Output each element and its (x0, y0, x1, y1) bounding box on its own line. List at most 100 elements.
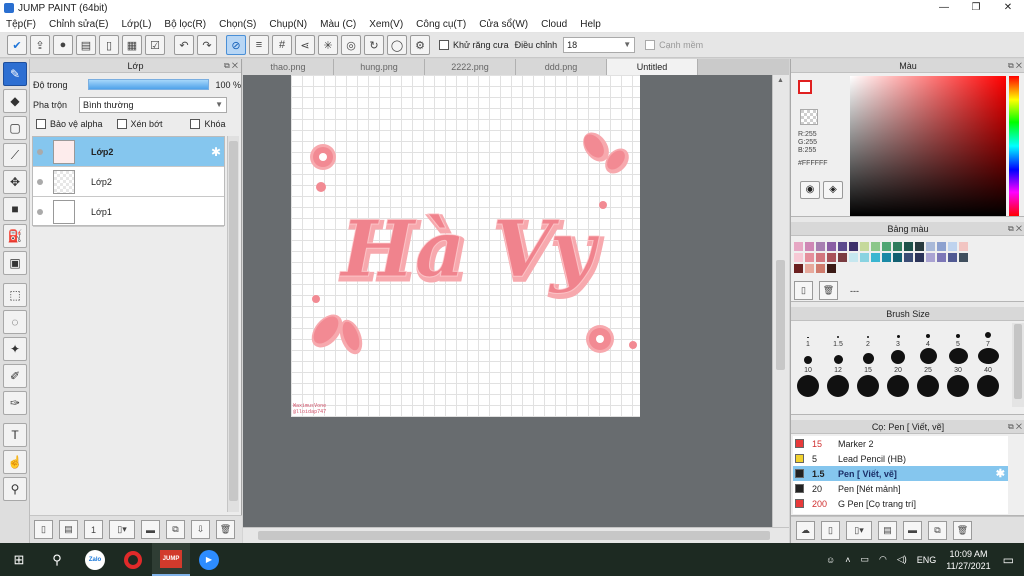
gear-icon[interactable]: ✱ (996, 467, 1005, 480)
add-layer-menu-icon[interactable]: ▯▾ (109, 520, 135, 539)
menu-edit[interactable]: Chỉnh sửa(E) (49, 19, 109, 30)
magic-wand-icon[interactable]: ✦ (3, 337, 27, 361)
layer-row[interactable]: Lớp1 (33, 197, 224, 227)
brush-item[interactable]: 20 Pen [Nét mảnh] (793, 481, 1008, 496)
brush-size-option[interactable] (943, 374, 973, 400)
palette-swatch[interactable] (893, 242, 902, 251)
transparent-color-swatch[interactable] (800, 109, 818, 125)
palette-swatch[interactable] (959, 253, 968, 262)
menu-cloud[interactable]: Cloud (541, 19, 567, 30)
menu-file[interactable]: Tệp(F) (6, 19, 36, 30)
brush-size-option[interactable] (853, 374, 883, 400)
bucket-tool-icon[interactable]: ⛽ (3, 224, 27, 248)
windows-start-icon[interactable]: ⊞ (0, 543, 38, 576)
palette-swatch[interactable] (838, 242, 847, 251)
protect-alpha-checkbox[interactable] (36, 119, 46, 129)
palette-swatch[interactable] (926, 242, 935, 251)
folder-icon[interactable]: ▬ (141, 520, 160, 539)
hue-slider[interactable] (1009, 76, 1019, 216)
new-layer-icon[interactable]: ▯ (34, 520, 53, 539)
canvas-vertical-scrollbar[interactable]: ▲ (772, 75, 789, 527)
brush-item[interactable]: 15 Marker 2 (793, 436, 1008, 451)
lasso-select-icon[interactable]: ◌ (3, 310, 27, 334)
lock-checkbox[interactable] (190, 119, 201, 129)
menu-select[interactable]: Chọn(S) (219, 19, 256, 30)
brush-size-option[interactable] (883, 374, 913, 400)
search-icon[interactable]: ⚲ (38, 543, 76, 576)
ruler-settings-icon[interactable]: ⚙ (410, 35, 430, 55)
foreground-color-swatch[interactable] (798, 80, 812, 94)
add-brush-menu-icon[interactable]: ▯▾ (846, 520, 872, 540)
scroll-thumb[interactable] (229, 141, 238, 501)
menu-window[interactable]: Cửa sổ(W) (479, 19, 528, 30)
antialias-checkbox[interactable] (439, 40, 449, 50)
clipping-checkbox[interactable] (116, 119, 127, 129)
palette-swatch[interactable] (871, 253, 880, 262)
cloud-download-icon[interactable]: ☁ (796, 520, 815, 540)
palette-swatch[interactable] (794, 242, 803, 251)
palette-swatch[interactable] (816, 264, 825, 273)
scroll-thumb[interactable] (1014, 324, 1022, 399)
perspective-icon[interactable]: ⋖ (295, 35, 315, 55)
palette-swatch[interactable] (904, 242, 913, 251)
move-tool-icon[interactable]: ✥ (3, 170, 27, 194)
palette-swatch[interactable] (816, 242, 825, 251)
brush-size-option[interactable]: 1.5 (823, 322, 853, 348)
network-icon[interactable]: ▭ (860, 554, 869, 565)
radial-ruler-icon[interactable]: ✳ (318, 35, 338, 55)
brush-settings-icon[interactable]: ▤ (878, 520, 897, 540)
brush-item[interactable]: 5 Lead Pencil (HB) (793, 451, 1008, 466)
merge-layer-icon[interactable]: ⇩ (191, 520, 210, 539)
brush-size-scrollbar[interactable] (1012, 323, 1024, 407)
brush-size-option[interactable] (973, 374, 1003, 400)
pen-tool-icon[interactable]: ✎ (3, 62, 27, 86)
palette-swatch[interactable] (805, 253, 814, 262)
scroll-thumb[interactable] (776, 260, 785, 370)
chevron-up-icon[interactable]: ˄ (845, 555, 850, 565)
close-button[interactable]: ✕ (992, 0, 1024, 16)
brush-item[interactable]: 1.5 Pen [ Viết, vẽ] ✱ (793, 466, 1008, 481)
gear-icon[interactable]: ✱ (211, 145, 221, 159)
palette-swatch[interactable] (915, 253, 924, 262)
palette-swatch[interactable] (926, 253, 935, 262)
page-settings-icon[interactable]: ▦ (122, 35, 142, 55)
grid-ruler-icon[interactable]: # (272, 35, 292, 55)
brush-size-option[interactable] (793, 374, 823, 400)
language-indicator[interactable]: ENG (917, 555, 937, 565)
menu-filter[interactable]: Bộ lọc(R) (164, 19, 206, 30)
trash-icon[interactable]: 🗑 (819, 281, 838, 300)
color-picker-icon[interactable]: ◈ (823, 181, 843, 199)
layer-row[interactable]: Lớp2 ✱ (33, 137, 224, 167)
gradient-tool-icon[interactable]: ▣ (3, 251, 27, 275)
folder-icon[interactable]: ▬ (903, 520, 922, 540)
new-brush-icon[interactable]: ▯ (821, 520, 840, 540)
trash-icon[interactable]: 🗑 (953, 520, 972, 540)
palette-swatch[interactable] (827, 242, 836, 251)
palette-swatch[interactable] (849, 242, 858, 251)
minimize-button[interactable]: — (928, 0, 960, 16)
brush-size-option[interactable]: 10 (793, 348, 823, 374)
panel-close-icon[interactable]: ⧉ ✕ (1008, 222, 1022, 236)
brush-size-option[interactable]: 3 (883, 322, 913, 348)
tab-2222[interactable]: 2222.png (425, 59, 516, 75)
brush-size-option[interactable] (913, 374, 943, 400)
panel-close-icon[interactable]: ⧉ ✕ (1008, 59, 1022, 73)
eraser-tool-icon[interactable]: ◆ (3, 89, 27, 113)
palette-swatch[interactable] (827, 264, 836, 273)
taskbar-zoom[interactable]: ▶ (190, 543, 228, 576)
palette-swatch[interactable] (915, 242, 924, 251)
palette-swatch[interactable] (937, 242, 946, 251)
palette-swatch[interactable] (827, 253, 836, 262)
brush-size-option[interactable]: 15 (853, 348, 883, 374)
brush-size-option[interactable]: 2 (853, 322, 883, 348)
upload-icon[interactable]: ⇪ (30, 35, 50, 55)
maximize-button[interactable]: ❐ (960, 0, 992, 16)
eyedropper-icon[interactable]: ⚲ (3, 477, 27, 501)
redo-icon[interactable]: ↷ (197, 35, 217, 55)
comment-icon[interactable]: ▤ (76, 35, 96, 55)
brush-item[interactable]: 1000Photic Crayon [Cọ trang trí] (793, 511, 1008, 515)
menu-capture[interactable]: Chụp(N) (269, 19, 307, 30)
menu-tools[interactable]: Công cụ(T) (416, 19, 466, 30)
line-tool-icon[interactable]: ⟋ (3, 143, 27, 167)
palette-swatch[interactable] (882, 253, 891, 262)
